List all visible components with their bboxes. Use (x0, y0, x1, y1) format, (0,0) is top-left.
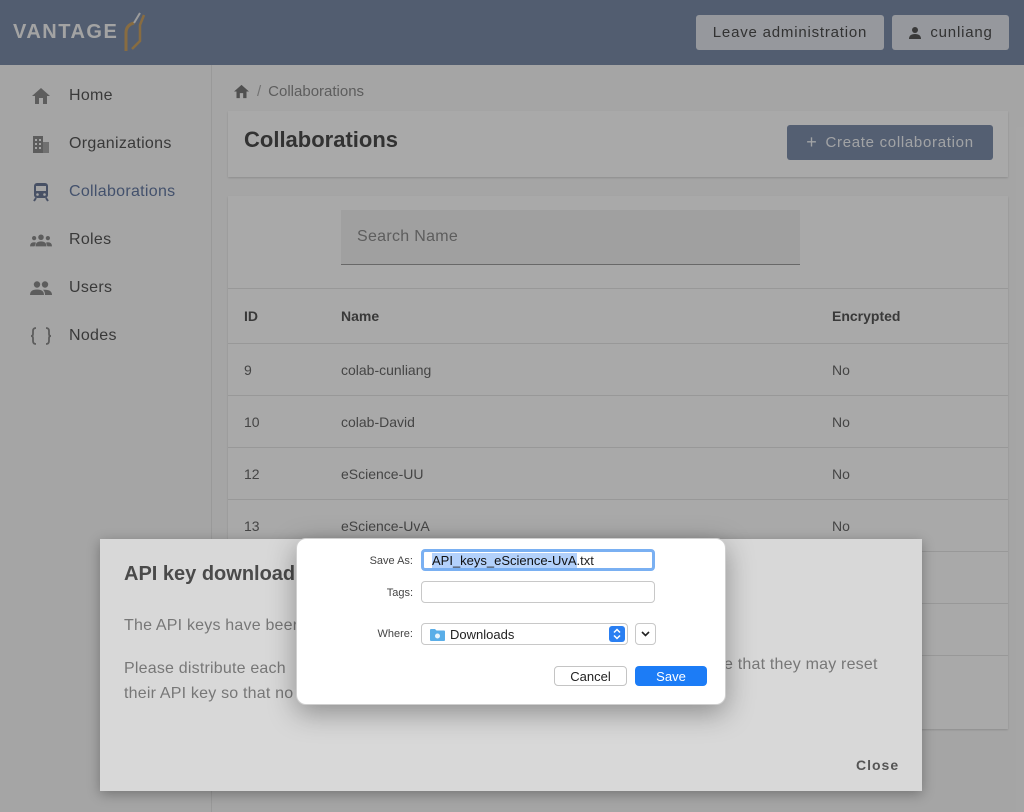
filename-selected-text: API_keys_eScience-UvA (432, 552, 577, 568)
dialog-title: API key download (124, 563, 296, 585)
save-button[interactable]: Save (635, 666, 707, 686)
where-label: Where: (377, 628, 413, 640)
filename-extension: .txt (576, 552, 594, 568)
tags-label: Tags: (386, 587, 413, 599)
tags-input[interactable] (421, 581, 655, 603)
downloads-folder-icon (430, 628, 445, 641)
updown-chevron-icon (609, 626, 625, 642)
close-button[interactable]: Close (856, 757, 899, 773)
dialog-text-2-line-2: their API key so that no (124, 685, 294, 702)
cancel-button[interactable]: Cancel (554, 666, 627, 686)
expand-dialog-button[interactable] (635, 623, 656, 645)
dialog-text-2-line-1: Please distribute each (124, 660, 286, 677)
dialog-text-1: The API keys have beer (124, 617, 299, 634)
where-select[interactable]: Downloads (421, 623, 628, 645)
chevron-down-icon (641, 631, 650, 637)
save-as-dialog: Save As: API_keys_eScience-UvA .txt Tags:… (296, 538, 726, 705)
where-value: Downloads (450, 626, 515, 642)
filename-input[interactable]: API_keys_eScience-UvA .txt (421, 549, 655, 571)
dialog-text-2: Please distribute each their API key so … (124, 656, 293, 706)
save-as-label: Save As: (369, 555, 413, 567)
dialog-text-2-right: e that they may reset (724, 656, 878, 673)
